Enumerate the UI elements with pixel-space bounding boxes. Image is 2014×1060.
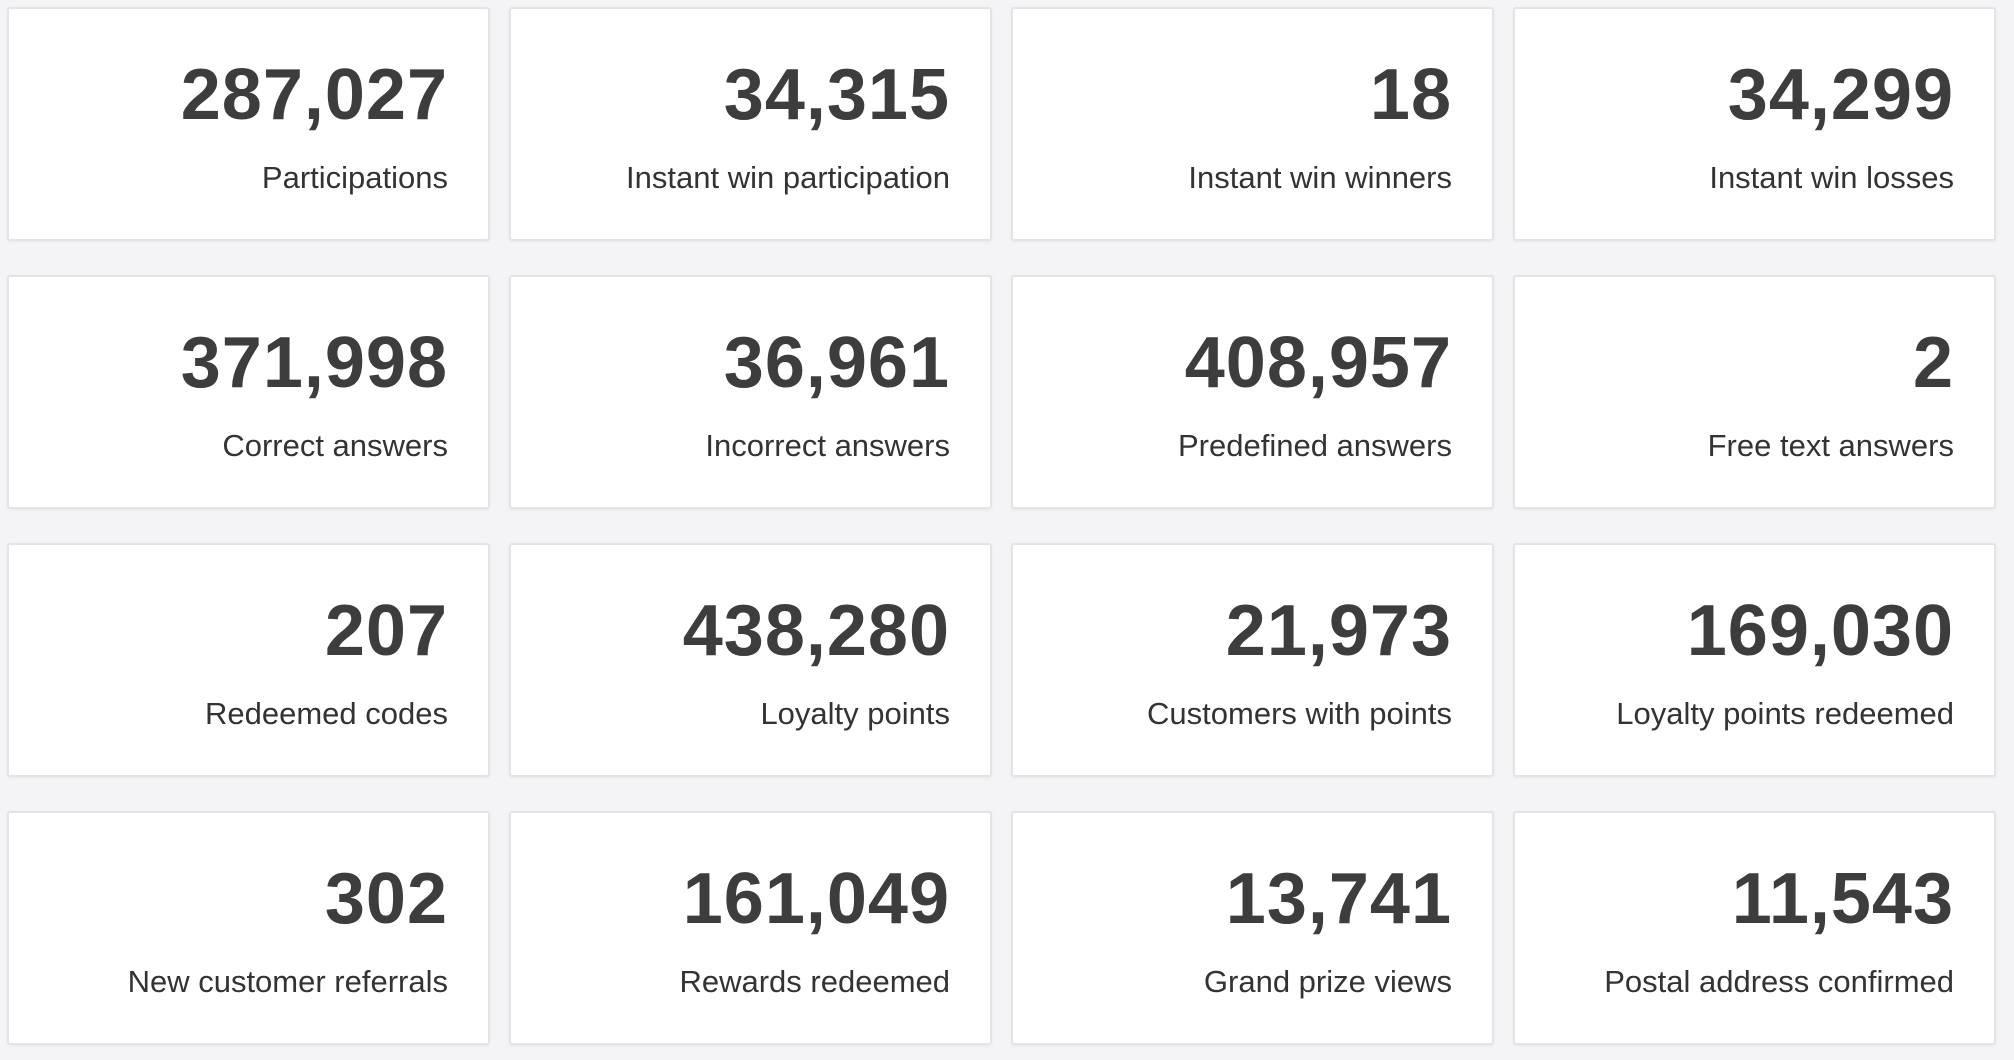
stat-value: 34,315: [723, 55, 950, 135]
stat-card-instant-win-losses: 34,299 Instant win losses: [1513, 7, 1996, 241]
stat-label: Rewards redeemed: [679, 964, 950, 999]
stat-card-free-text-answers: 2 Free text answers: [1513, 275, 1996, 509]
stat-card-loyalty-points-redeemed: 169,030 Loyalty points redeemed: [1513, 543, 1996, 777]
stat-value: 36,961: [723, 323, 950, 403]
stat-label: Incorrect answers: [705, 428, 950, 463]
stat-card-correct-answers: 371,998 Correct answers: [7, 275, 490, 509]
stat-label: Loyalty points: [760, 696, 950, 731]
stat-card-postal-address-confirmed: 11,543 Postal address confirmed: [1513, 811, 1996, 1045]
stat-label: Participations: [261, 160, 448, 195]
stat-value: 287,027: [180, 55, 448, 135]
stat-value: 161,049: [682, 859, 950, 939]
stat-card-rewards-redeemed: 161,049 Rewards redeemed: [509, 811, 992, 1045]
stat-card-incorrect-answers: 36,961 Incorrect answers: [509, 275, 992, 509]
stat-value: 34,299: [1727, 55, 1954, 135]
stat-card-loyalty-points: 438,280 Loyalty points: [509, 543, 992, 777]
stat-value: 207: [324, 591, 448, 671]
stat-card-participations: 287,027 Participations: [7, 7, 490, 241]
stat-value: 2: [1912, 323, 1954, 403]
stats-grid: 287,027 Participations 34,315 Instant wi…: [7, 7, 1996, 1045]
stat-value: 13,741: [1225, 859, 1452, 939]
stat-card-new-customer-referrals: 302 New customer referrals: [7, 811, 490, 1045]
stat-card-instant-win-winners: 18 Instant win winners: [1011, 7, 1494, 241]
stat-value: 169,030: [1686, 591, 1954, 671]
stat-card-predefined-answers: 408,957 Predefined answers: [1011, 275, 1494, 509]
stat-card-customers-with-points: 21,973 Customers with points: [1011, 543, 1494, 777]
stat-label: Free text answers: [1707, 428, 1954, 463]
stat-label: Redeemed codes: [205, 696, 448, 731]
stat-label: Grand prize views: [1203, 964, 1452, 999]
stat-label: Instant win participation: [626, 160, 950, 195]
stat-label: Customers with points: [1147, 696, 1452, 731]
stat-card-redeemed-codes: 207 Redeemed codes: [7, 543, 490, 777]
stat-label: New customer referrals: [127, 964, 448, 999]
stat-value: 302: [324, 859, 448, 939]
stat-value: 18: [1369, 55, 1452, 135]
stat-value: 371,998: [180, 323, 448, 403]
stat-label: Predefined answers: [1178, 428, 1452, 463]
stat-label: Instant win winners: [1188, 160, 1452, 195]
stat-card-instant-win-participation: 34,315 Instant win participation: [509, 7, 992, 241]
stat-label: Correct answers: [222, 428, 448, 463]
stat-card-grand-prize-views: 13,741 Grand prize views: [1011, 811, 1494, 1045]
stat-label: Loyalty points redeemed: [1616, 696, 1954, 731]
stat-label: Postal address confirmed: [1604, 964, 1954, 999]
stat-label: Instant win losses: [1709, 160, 1954, 195]
stat-value: 408,957: [1184, 323, 1452, 403]
stat-value: 21,973: [1225, 591, 1452, 671]
stat-value: 438,280: [682, 591, 950, 671]
stat-value: 11,543: [1731, 859, 1954, 939]
